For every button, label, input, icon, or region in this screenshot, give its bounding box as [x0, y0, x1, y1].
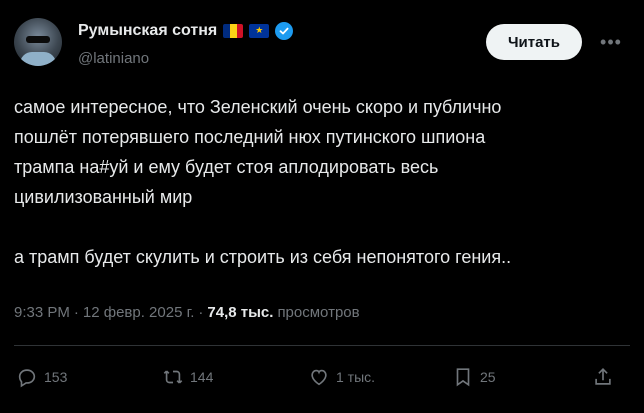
bookmark-count: 25 — [480, 369, 496, 385]
tweet-text: самое интересное, что Зеленский очень ск… — [14, 97, 512, 267]
repost-icon — [163, 370, 183, 384]
bookmark-icon — [456, 368, 470, 387]
avatar-shirt — [20, 52, 56, 66]
share-button[interactable] — [592, 366, 614, 388]
reply-count: 153 — [44, 369, 68, 385]
action-bar: 153 144 1 тыс. 25 — [14, 366, 630, 400]
meta-separator: · — [198, 304, 204, 321]
divider — [14, 345, 630, 346]
bookmark-button[interactable]: 25 — [452, 366, 496, 388]
avatar[interactable] — [14, 18, 62, 66]
views-label: просмотров — [277, 304, 360, 321]
like-icon — [311, 369, 327, 386]
views-count[interactable]: 74,8 тыс. — [207, 304, 273, 321]
reply-icon — [18, 369, 36, 388]
eu-flag-icon — [249, 24, 270, 38]
like-button[interactable]: 1 тыс. — [308, 366, 375, 388]
avatar-glasses — [26, 36, 50, 43]
meta-separator: · — [73, 304, 79, 321]
romania-flag-icon — [223, 24, 244, 38]
tweet-meta: 9:33 PM · 12 февр. 2025 г. · 74,8 тыс. п… — [14, 304, 360, 321]
follow-button[interactable]: Читать — [486, 24, 582, 60]
share-icon — [595, 368, 611, 385]
author-display-name[interactable]: Румынская сотня — [78, 22, 217, 40]
more-icon[interactable]: ••• — [596, 30, 626, 54]
reply-button[interactable]: 153 — [16, 366, 67, 388]
tweet-time[interactable]: 9:33 PM — [14, 304, 70, 321]
tweet-date[interactable]: 12 февр. 2025 г. — [83, 304, 195, 321]
repost-button[interactable]: 144 — [162, 366, 213, 388]
repost-count: 144 — [190, 369, 214, 385]
like-count: 1 тыс. — [336, 369, 376, 385]
verified-badge-icon[interactable] — [275, 22, 294, 40]
author-name-row: Румынская сотня — [78, 22, 294, 40]
tweet-header: Румынская сотня @latiniano Читать ••• — [14, 14, 630, 74]
author-handle[interactable]: @latiniano — [78, 50, 149, 67]
